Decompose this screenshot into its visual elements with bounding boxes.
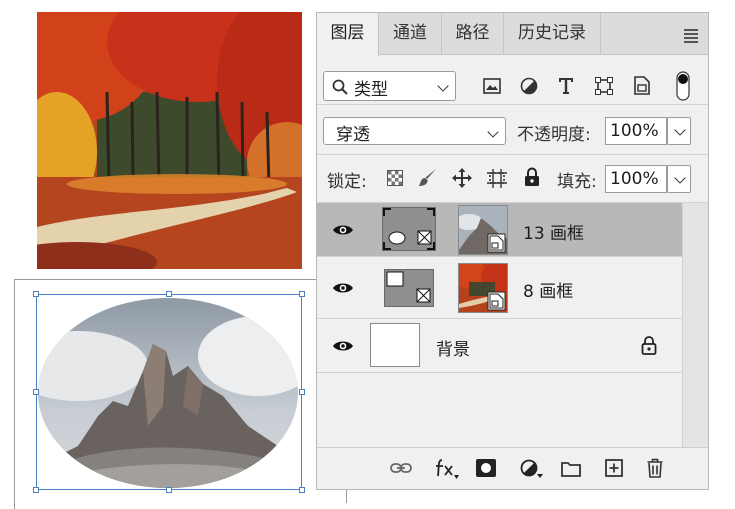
lock-label: 锁定: [327, 172, 367, 192]
visibility-eye-icon[interactable] [332, 281, 354, 295]
add-mask-icon[interactable] [476, 459, 496, 477]
opacity-label: 不透明度: [517, 125, 591, 145]
panel-bottom-toolbar [317, 447, 708, 489]
opacity-field[interactable]: 100% [605, 117, 667, 145]
blend-row: 穿透 不透明度: 100% [317, 105, 708, 155]
layers-scrollbar[interactable] [682, 203, 708, 447]
transform-handle-ml[interactable] [33, 389, 39, 395]
blend-mode-value: 穿透 [336, 125, 370, 145]
filter-toggle-icon[interactable] [676, 71, 690, 101]
layer-name[interactable]: 背景 [436, 335, 470, 360]
panel-menu-icon[interactable] [684, 29, 698, 43]
tab-paths[interactable]: 路径 [442, 13, 504, 55]
smart-object-filter-icon[interactable] [634, 76, 650, 95]
layer-name[interactable]: 8 画框 [523, 277, 573, 302]
transform-handle-tl[interactable] [33, 291, 39, 297]
link-layers-icon[interactable] [390, 461, 412, 475]
visibility-eye-icon[interactable] [332, 223, 354, 237]
background-thumbnail[interactable] [370, 323, 420, 367]
filter-row: 类型 [317, 55, 708, 105]
transform-handle-tm[interactable] [166, 291, 172, 297]
forest-photo [37, 12, 302, 269]
lock-all-icon[interactable] [524, 167, 540, 187]
layer-image-thumbnail[interactable] [458, 205, 508, 255]
layer-effects-icon[interactable] [434, 458, 460, 480]
layer-image-thumbnail[interactable] [458, 263, 508, 313]
new-group-icon[interactable] [561, 460, 581, 477]
transform-handle-mr[interactable] [299, 389, 305, 395]
lock-row: 锁定: 填充: 100% [317, 155, 708, 203]
panel-tab-bar: 图层 通道 路径 历史记录 [317, 13, 708, 56]
lock-artboard-icon[interactable] [487, 169, 507, 188]
adjustment-filter-icon[interactable] [520, 77, 538, 95]
lock-position-icon[interactable] [452, 168, 472, 188]
filter-type-dropdown[interactable]: 类型 [323, 71, 456, 101]
lock-image-icon[interactable] [418, 168, 438, 188]
blend-mode-dropdown[interactable]: 穿透 [323, 117, 506, 145]
image-filter-icon[interactable] [483, 78, 501, 94]
layer-name[interactable]: 13 画框 [523, 219, 584, 244]
layers-panel: 图层 通道 路径 历史记录 类型 穿透 不透明度: 100% 锁定: 填充: 1… [316, 12, 709, 490]
transform-handle-tr[interactable] [299, 291, 305, 297]
adjustment-layer-icon[interactable] [520, 459, 544, 479]
layer-lock-icon [641, 336, 657, 355]
layer-row-13-frame[interactable]: 13 画框 [317, 203, 682, 257]
transform-handle-bm[interactable] [166, 487, 172, 493]
type-filter-icon[interactable] [558, 77, 574, 95]
delete-layer-icon[interactable] [647, 458, 663, 478]
fill-stepper[interactable] [667, 165, 691, 193]
filter-type-label: 类型 [354, 80, 388, 100]
frame-thumbnail[interactable] [382, 207, 436, 251]
fill-field[interactable]: 100% [605, 165, 667, 193]
fill-label: 填充: [557, 172, 597, 192]
layer-row-background[interactable]: 背景 [317, 319, 682, 373]
shape-filter-icon[interactable] [595, 77, 613, 95]
visibility-eye-icon[interactable] [332, 339, 354, 353]
opacity-stepper[interactable] [667, 117, 691, 145]
tab-history[interactable]: 历史记录 [504, 13, 601, 55]
new-layer-icon[interactable] [605, 459, 623, 477]
layer-row-8-frame[interactable]: 8 画框 [317, 257, 682, 319]
frame-selection-box[interactable] [36, 294, 302, 490]
transform-handle-bl[interactable] [33, 487, 39, 493]
tab-channels[interactable]: 通道 [379, 13, 442, 55]
frame-thumbnail[interactable] [384, 269, 434, 307]
transform-handle-br[interactable] [299, 487, 305, 493]
search-icon [332, 79, 348, 95]
tab-layers[interactable]: 图层 [317, 13, 379, 56]
lock-transparency-icon[interactable] [387, 170, 403, 186]
